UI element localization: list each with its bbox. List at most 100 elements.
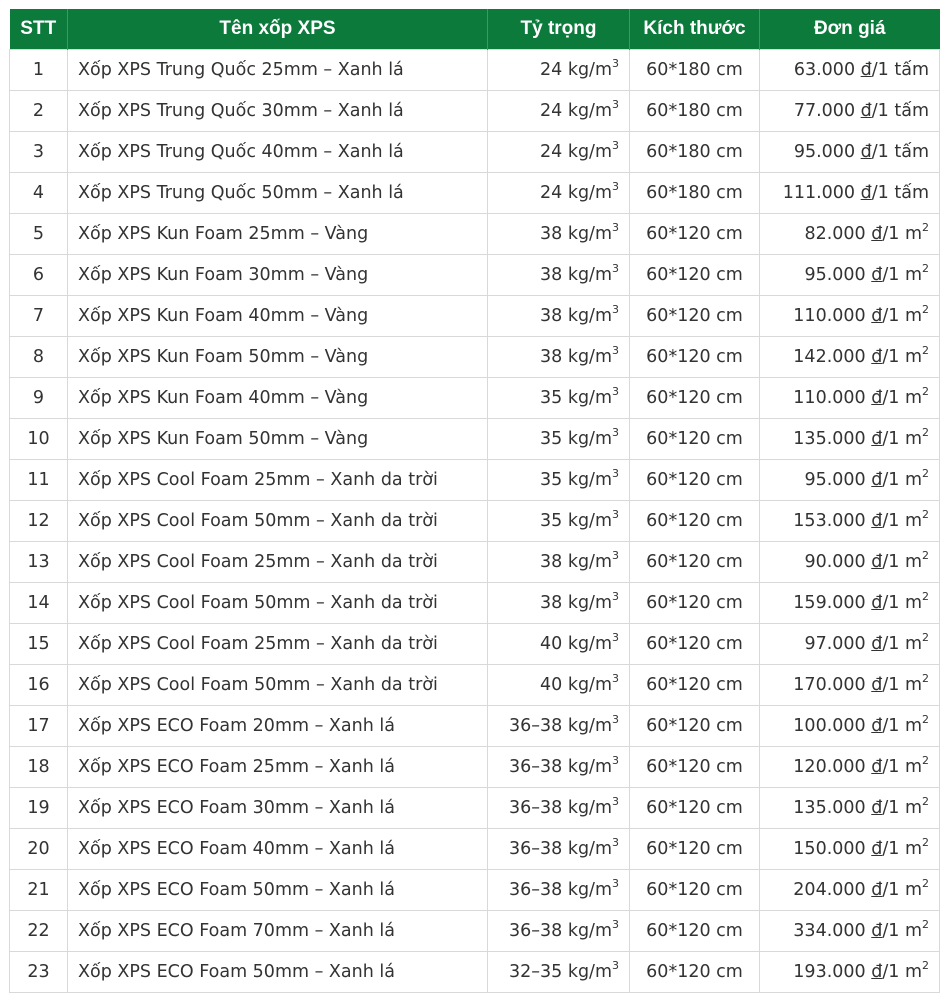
cell-stt: 1 <box>9 49 68 91</box>
cell-name: Xốp XPS Kun Foam 25mm – Vàng <box>67 213 488 255</box>
cell-name: Xốp XPS ECO Foam 25mm – Xanh lá <box>67 746 488 788</box>
table-row: 10 Xốp XPS Kun Foam 50mm – Vàng 35 kg/m3 60… <box>9 418 940 460</box>
size-value: 60*120 cm <box>646 880 743 900</box>
price-value: 97.000 <box>804 634 866 654</box>
price-unit: /1 m <box>882 839 922 859</box>
product-name: Xốp XPS Cool Foam 50mm – Xanh da trời <box>78 511 438 531</box>
currency-symbol: đ <box>871 306 883 326</box>
product-name: Xốp XPS ECO Foam 25mm – Xanh lá <box>78 757 395 777</box>
size-value: 60*120 cm <box>646 470 743 490</box>
cell-size: 60*120 cm <box>629 254 760 296</box>
size-value: 60*120 cm <box>646 593 743 613</box>
cell-size: 60*120 cm <box>629 787 760 829</box>
density-value: 36–38 <box>508 880 563 900</box>
stt-value: 17 <box>27 716 50 736</box>
density-unit-sup: 3 <box>612 672 619 685</box>
cell-price: 63.000 đ/1 tấm <box>759 49 940 91</box>
price-value: 82.000 <box>804 224 866 244</box>
density-unit-sup: 3 <box>612 959 619 972</box>
table-row: 15 Xốp XPS Cool Foam 25mm – Xanh da trời 4… <box>9 623 940 665</box>
cell-price: 334.000 đ/1 m2 <box>759 910 940 952</box>
price-value: 170.000 <box>793 675 866 695</box>
cell-size: 60*180 cm <box>629 172 760 214</box>
cell-price: 77.000 đ/1 tấm <box>759 90 940 132</box>
price-value: 204.000 <box>793 880 866 900</box>
price-table-container: STT Tên xốp XPS Tỷ trọng Kích thước Đơn … <box>9 9 940 993</box>
size-value: 60*120 cm <box>646 429 743 449</box>
table-row: 20 Xốp XPS ECO Foam 40mm – Xanh lá 36–38 k… <box>9 828 940 870</box>
currency-symbol: đ <box>871 265 883 285</box>
cell-price: 159.000 đ/1 m2 <box>759 582 940 624</box>
table-row: 5 Xốp XPS Kun Foam 25mm – Vàng 38 kg/m3 60*… <box>9 213 940 255</box>
price-unit: /1 m <box>882 962 922 982</box>
product-name: Xốp XPS Cool Foam 25mm – Xanh da trời <box>78 552 438 572</box>
product-name: Xốp XPS Kun Foam 40mm – Vàng <box>78 388 369 408</box>
stt-value: 5 <box>32 224 45 244</box>
price-value: 142.000 <box>793 347 866 367</box>
density-unit-sup: 3 <box>612 426 619 439</box>
cell-name: Xốp XPS Kun Foam 50mm – Vàng <box>67 418 488 460</box>
cell-stt: 3 <box>9 131 68 173</box>
product-name: Xốp XPS Cool Foam 50mm – Xanh da trời <box>78 593 438 613</box>
cell-stt: 15 <box>9 623 68 665</box>
product-name: Xốp XPS Kun Foam 50mm – Vàng <box>78 429 369 449</box>
density-value: 40 <box>539 675 563 695</box>
cell-stt: 6 <box>9 254 68 296</box>
density-unit: kg/m <box>567 880 612 900</box>
size-value: 60*120 cm <box>646 962 743 982</box>
currency-symbol: đ <box>871 921 883 941</box>
cell-density: 38 kg/m3 <box>487 336 630 378</box>
stt-value: 13 <box>27 552 50 572</box>
table-row: 22 Xốp XPS ECO Foam 70mm – Xanh lá 36–38 k… <box>9 910 940 952</box>
cell-stt: 12 <box>9 500 68 542</box>
size-value: 60*120 cm <box>646 921 743 941</box>
product-name: Xốp XPS ECO Foam 70mm – Xanh lá <box>78 921 395 941</box>
cell-size: 60*180 cm <box>629 90 760 132</box>
cell-price: 204.000 đ/1 m2 <box>759 869 940 911</box>
size-value: 60*120 cm <box>646 224 743 244</box>
density-unit-sup: 3 <box>612 385 619 398</box>
cell-density: 24 kg/m3 <box>487 172 630 214</box>
cell-stt: 21 <box>9 869 68 911</box>
stt-value: 10 <box>27 429 50 449</box>
cell-name: Xốp XPS ECO Foam 50mm – Xanh lá <box>67 869 488 911</box>
density-value: 32–35 <box>508 962 563 982</box>
stt-value: 19 <box>27 798 50 818</box>
product-name: Xốp XPS Kun Foam 30mm – Vàng <box>78 265 369 285</box>
price-unit: /1 m <box>882 880 922 900</box>
product-name: Xốp XPS Trung Quốc 40mm – Xanh lá <box>78 142 404 162</box>
product-name: Xốp XPS Cool Foam 25mm – Xanh da trời <box>78 634 438 654</box>
density-unit: kg/m <box>567 306 612 326</box>
currency-symbol: đ <box>871 470 883 490</box>
cell-size: 60*120 cm <box>629 418 760 460</box>
table-row: 6 Xốp XPS Kun Foam 30mm – Vàng 38 kg/m3 60*… <box>9 254 940 296</box>
cell-size: 60*120 cm <box>629 910 760 952</box>
density-unit: kg/m <box>567 962 612 982</box>
cell-size: 60*120 cm <box>629 582 760 624</box>
product-name: Xốp XPS Kun Foam 50mm – Vàng <box>78 347 369 367</box>
price-value: 110.000 <box>793 306 866 326</box>
size-value: 60*120 cm <box>646 552 743 572</box>
cell-name: Xốp XPS Cool Foam 25mm – Xanh da trời <box>67 459 488 501</box>
product-name: Xốp XPS Kun Foam 25mm – Vàng <box>78 224 369 244</box>
table-row: 2 Xốp XPS Trung Quốc 30mm – Xanh lá 24 kg/… <box>9 90 940 132</box>
density-unit: kg/m <box>567 60 612 80</box>
stt-value: 16 <box>27 675 50 695</box>
product-name: Xốp XPS ECO Foam 50mm – Xanh lá <box>78 962 395 982</box>
cell-density: 36–38 kg/m3 <box>487 746 630 788</box>
price-unit-sup: 2 <box>922 754 929 767</box>
density-unit-sup: 3 <box>612 98 619 111</box>
density-unit-sup: 3 <box>612 221 619 234</box>
price-unit-sup: 2 <box>922 672 929 685</box>
cell-density: 36–38 kg/m3 <box>487 869 630 911</box>
table-header-row: STT Tên xốp XPS Tỷ trọng Kích thước Đơn … <box>9 9 940 50</box>
price-value: 77.000 <box>793 101 856 121</box>
price-table: STT Tên xốp XPS Tỷ trọng Kích thước Đơn … <box>9 9 940 993</box>
cell-price: 82.000 đ/1 m2 <box>759 213 940 255</box>
price-unit-sup: 2 <box>922 385 929 398</box>
size-value: 60*120 cm <box>646 306 743 326</box>
price-unit: /1 m <box>882 634 922 654</box>
table-row: 14 Xốp XPS Cool Foam 50mm – Xanh da trời 3… <box>9 582 940 624</box>
density-value: 38 <box>539 593 563 613</box>
currency-symbol: đ <box>871 675 883 695</box>
